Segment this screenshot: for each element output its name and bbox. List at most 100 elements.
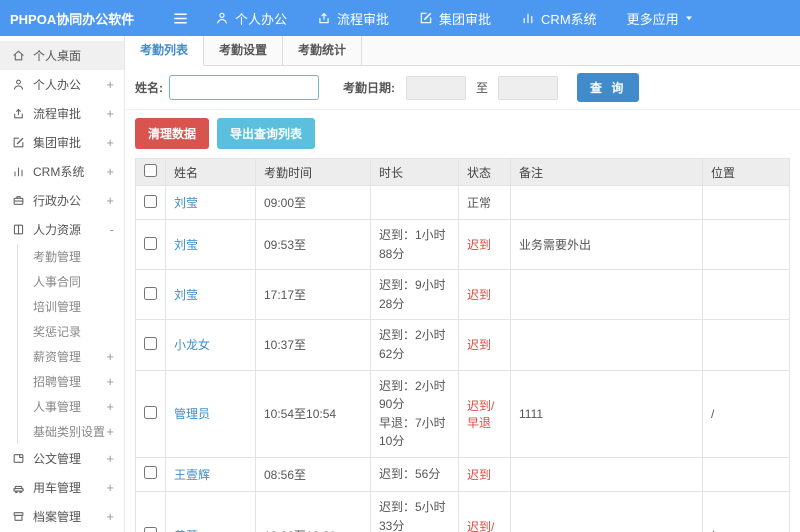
attendance-time-cell: 10:54至10:54: [255, 369, 371, 458]
employee-name-link[interactable]: 刘莹: [174, 196, 198, 210]
duration-cell: [370, 185, 459, 220]
app-window: PHPOA协同办公软件 个人办公 流程审批 集团审批 CRM系统 更多应用 个人桌面 个人…: [0, 0, 800, 532]
expand-toggle-icon[interactable]: +: [106, 349, 114, 364]
doc-icon: [12, 452, 25, 465]
user-icon: [12, 78, 25, 91]
caret-down-icon: [679, 13, 694, 23]
sidebar-item-11[interactable]: 奖惩记录: [17, 319, 124, 344]
expand-toggle-icon[interactable]: +: [106, 424, 114, 439]
date-to-input[interactable]: [498, 75, 559, 100]
expand-toggle-icon[interactable]: +: [106, 480, 114, 495]
sidebar-item-13[interactable]: 招聘管理 +: [17, 369, 124, 394]
row-checkbox[interactable]: [144, 336, 157, 350]
sidebar-item-15[interactable]: 基础类别设置 +: [17, 419, 124, 444]
expand-toggle-icon[interactable]: +: [106, 193, 114, 208]
table-row: 管理员 10:54至10:54 迟到：2小时90分 早退：7小时10分 迟到/早退 111…: [135, 369, 790, 458]
sidebar-item-3[interactable]: 流程审批 +: [0, 99, 124, 128]
sidebar-item-7[interactable]: 人力资源 -: [0, 215, 124, 244]
duration-cell: 迟到：2小时62分: [370, 319, 459, 371]
sidebar-item-12[interactable]: 薪资管理 +: [17, 344, 124, 369]
expand-toggle-icon[interactable]: +: [106, 164, 114, 179]
location-cell: [702, 456, 790, 492]
row-checkbox[interactable]: [144, 194, 157, 208]
column-header: 时长: [370, 158, 459, 186]
sidebar-item-label: 公文管理: [33, 452, 82, 466]
share-icon: [317, 11, 331, 25]
employee-name-link[interactable]: 管理员: [174, 407, 210, 421]
tab-2[interactable]: 考勤设置: [204, 36, 284, 65]
expand-toggle-icon[interactable]: +: [106, 451, 114, 466]
name-input[interactable]: [169, 75, 319, 100]
menu-icon[interactable]: [172, 10, 189, 27]
column-header: 考勤时间: [255, 158, 371, 186]
attendance-time-cell: 10:37至: [255, 319, 371, 371]
tab-3[interactable]: 考勤统计: [283, 36, 363, 65]
nav-item-1[interactable]: 个人办公: [215, 9, 287, 28]
attendance-time-cell: 13:20至13:20: [255, 490, 371, 532]
nav-item-5[interactable]: 更多应用: [627, 9, 700, 28]
sidebar-item-5[interactable]: CRM系统 +: [0, 157, 124, 186]
main-layout: 个人桌面 个人办公 + 流程审批 + 集团审批 + CRM系统 + 行政办公 + 人力资源 - 考勤管理人…: [0, 36, 800, 532]
nav-item-4[interactable]: CRM系统: [521, 9, 597, 28]
sidebar-item-label: 奖惩记录: [33, 325, 82, 339]
date-from-input[interactable]: [406, 75, 466, 100]
nav-item-3[interactable]: 集团审批: [419, 9, 491, 28]
expand-toggle-icon[interactable]: +: [106, 135, 114, 150]
sidebar-item-label: 薪资管理: [33, 350, 82, 364]
table-header-row: 姓名 考勤时间 时长 状态 备注 位置: [135, 158, 790, 186]
clean-data-button[interactable]: 清理数据: [135, 118, 210, 149]
sidebar-item-9[interactable]: 人事合同: [17, 269, 124, 294]
sidebar-item-10[interactable]: 培训管理: [17, 294, 124, 319]
sidebar-item-14[interactable]: 人事管理 +: [17, 394, 124, 419]
location-cell: [702, 269, 790, 321]
nav-item-label: 更多应用: [626, 11, 679, 27]
status-cell: 迟到: [458, 319, 511, 371]
employee-name-link[interactable]: 王壹辉: [174, 468, 210, 482]
row-checkbox[interactable]: [144, 405, 157, 419]
expand-toggle-icon[interactable]: +: [106, 77, 114, 92]
location-cell: [702, 218, 790, 271]
action-buttons: 清理数据 导出查询列表: [125, 110, 800, 158]
row-checkbox[interactable]: [144, 236, 157, 250]
nav-item-label: 流程审批: [337, 11, 390, 27]
row-checkbox[interactable]: [144, 466, 157, 480]
employee-name-link[interactable]: 小龙女: [174, 338, 210, 352]
sidebar-item-17[interactable]: 用车管理 +: [0, 473, 124, 502]
duration-cell: 迟到：56分: [370, 456, 459, 492]
employee-name-link[interactable]: 黄蓉: [174, 529, 198, 532]
row-checkbox[interactable]: [144, 527, 157, 532]
employee-name-link[interactable]: 刘莹: [174, 238, 198, 252]
expand-toggle-icon[interactable]: +: [106, 399, 114, 414]
sidebar-item-4[interactable]: 集团审批 +: [0, 128, 124, 157]
sidebar-item-6[interactable]: 行政办公 +: [0, 186, 124, 215]
export-list-button[interactable]: 导出查询列表: [217, 118, 316, 149]
expand-toggle-icon[interactable]: -: [110, 222, 114, 237]
row-checkbox[interactable]: [144, 286, 157, 300]
tab-1[interactable]: 考勤列表: [125, 36, 205, 66]
select-all-checkbox[interactable]: [144, 164, 157, 177]
employee-name-link[interactable]: 刘莹: [174, 288, 198, 302]
table-row: 刘莹 17:17至 迟到：9小时28分 迟到: [135, 269, 790, 321]
query-button[interactable]: 查 询: [577, 73, 640, 102]
date-range-to-label: 至: [476, 81, 489, 95]
sidebar-item-2[interactable]: 个人办公 +: [0, 70, 124, 99]
user-icon: [215, 11, 229, 25]
sidebar-item-8[interactable]: 考勤管理: [17, 244, 124, 269]
sidebar-item-label: 人事管理: [33, 400, 82, 414]
sidebar-item-18[interactable]: 档案管理 +: [0, 502, 124, 531]
expand-toggle-icon[interactable]: +: [106, 374, 114, 389]
sidebar-item-1[interactable]: 个人桌面: [0, 41, 124, 70]
expand-toggle-icon[interactable]: +: [106, 106, 114, 121]
attendance-time-cell: 09:53至: [255, 218, 371, 271]
sidebar-item-label: 个人办公: [33, 78, 82, 92]
column-header: 姓名: [165, 158, 256, 186]
location-cell: [702, 185, 790, 220]
nav-item-label: CRM系统: [541, 11, 597, 27]
sidebar-item-label: 流程审批: [33, 107, 82, 121]
nav-item-2[interactable]: 流程审批: [317, 9, 389, 28]
expand-toggle-icon[interactable]: +: [106, 509, 114, 524]
sidebar-item-label: CRM系统: [33, 165, 85, 179]
sidebar-item-16[interactable]: 公文管理 +: [0, 444, 124, 473]
brand-logo[interactable]: PHPOA协同办公软件: [0, 9, 150, 28]
home-icon: [12, 49, 25, 62]
